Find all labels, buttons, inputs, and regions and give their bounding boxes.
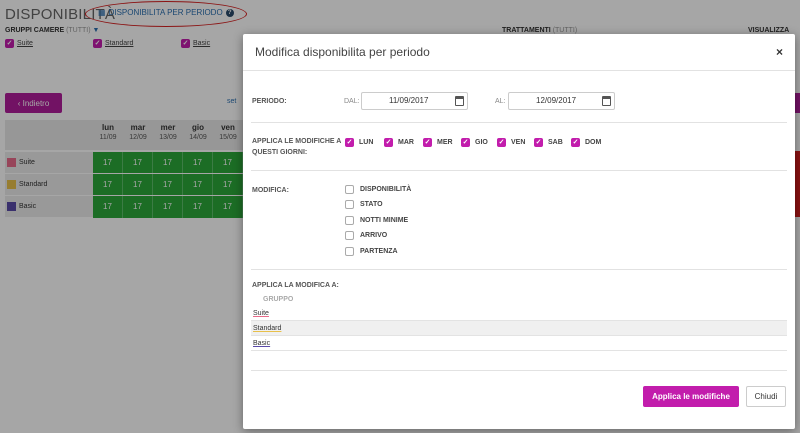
al-date-input[interactable]: 12/09/2017 [508, 92, 615, 110]
checkbox-checked-icon[interactable]: ✓ [384, 138, 393, 147]
modifica-option-disponibilita[interactable]: DISPONIBILITÀ [345, 185, 411, 194]
applica-a-label: APPLICA LA MODIFICA A: [252, 282, 339, 289]
modifica-option-label: PARTENZA [360, 248, 398, 255]
modal-dialog: Modifica disponibilita per periodo × PER… [243, 34, 795, 429]
weekday-check-sab[interactable]: ✓ SAB [534, 138, 563, 147]
modifica-option-notti-minime[interactable]: NOTTI MINIME [345, 216, 408, 225]
modifica-option-label: STATO [360, 201, 383, 208]
periodo-label: PERIODO: [252, 98, 287, 105]
weekday-label: LUN [359, 139, 374, 146]
apply-changes-button[interactable]: Applica le modifiche [643, 386, 739, 407]
checkbox-checked-icon[interactable]: ✓ [497, 138, 506, 147]
divider [251, 122, 787, 123]
table-row[interactable]: Suite [251, 306, 787, 321]
weekday-label: VEN [511, 139, 526, 146]
close-button[interactable]: Chiudi [746, 386, 786, 407]
weekday-label: MAR [398, 139, 414, 146]
weekday-check-mer[interactable]: ✓ MER [423, 138, 453, 147]
weekday-check-gio[interactable]: ✓ GIO [461, 138, 488, 147]
modifica-option-stato[interactable]: STATO [345, 200, 383, 209]
weekday-label: MER [437, 139, 453, 146]
weekday-check-mar[interactable]: ✓ MAR [384, 138, 414, 147]
checkbox-checked-icon[interactable]: ✓ [345, 138, 354, 147]
al-label: AL: [495, 98, 506, 105]
gruppo-header: GRUPPO [263, 296, 294, 303]
checkbox-empty-icon[interactable] [345, 185, 354, 194]
table-row[interactable]: Basic [251, 336, 787, 351]
modifica-option-arrivo[interactable]: ARRIVO [345, 231, 387, 240]
modal-title: Modifica disponibilita per periodo [255, 45, 430, 59]
checkbox-empty-icon[interactable] [345, 231, 354, 240]
group-name: Basic [253, 340, 271, 347]
close-icon[interactable]: × [776, 45, 783, 59]
table-row[interactable]: Standard [251, 321, 787, 336]
modifica-label: MODIFICA: [252, 187, 289, 194]
calendar-icon[interactable] [455, 96, 464, 106]
weekday-check-lun[interactable]: ✓ LUN [345, 138, 373, 147]
weekday-check-dom[interactable]: ✓ DOM [571, 138, 601, 147]
group-name: Suite [253, 310, 269, 317]
modifica-option-partenza[interactable]: PARTENZA [345, 247, 398, 256]
weekday-label: SAB [548, 139, 563, 146]
applica-giorni-label: APPLICA LE MODIFICHE A QUESTI GIORNI: [252, 138, 342, 156]
divider [251, 269, 787, 270]
group-name: Standard [253, 325, 282, 332]
checkbox-empty-icon[interactable] [345, 247, 354, 256]
dal-label: DAL: [344, 98, 360, 105]
checkbox-checked-icon[interactable]: ✓ [461, 138, 470, 147]
calendar-icon[interactable] [602, 96, 611, 106]
modifica-option-label: NOTTI MINIME [360, 217, 409, 224]
al-date-value: 12/09/2017 [536, 96, 577, 105]
modifica-option-label: ARRIVO [360, 232, 388, 239]
dal-date-input[interactable]: 11/09/2017 [361, 92, 468, 110]
weekday-label: GIO [475, 139, 488, 146]
divider [251, 370, 787, 371]
checkbox-checked-icon[interactable]: ✓ [423, 138, 432, 147]
divider [251, 170, 787, 171]
checkbox-checked-icon[interactable]: ✓ [534, 138, 543, 147]
divider [243, 70, 795, 71]
dal-date-value: 11/09/2017 [389, 96, 429, 105]
checkbox-checked-icon[interactable]: ✓ [571, 138, 580, 147]
checkbox-empty-icon[interactable] [345, 200, 354, 209]
weekday-check-ven[interactable]: ✓ VEN [497, 138, 525, 147]
modifica-option-label: DISPONIBILITÀ [360, 186, 412, 193]
weekday-label: DOM [585, 139, 602, 146]
checkbox-empty-icon[interactable] [345, 216, 354, 225]
